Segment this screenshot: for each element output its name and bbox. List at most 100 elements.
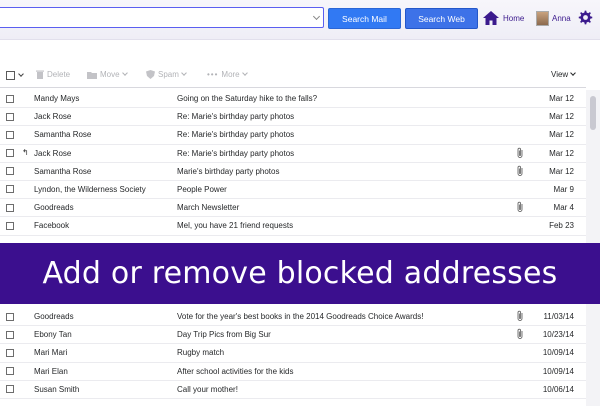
message-date: 10/06/14 [542,384,574,394]
row-checkbox[interactable] [6,203,14,212]
scrollbar-thumb[interactable] [590,96,596,130]
message-subject: Call your mother! [177,384,238,394]
search-web-button[interactable]: Search Web [405,8,478,29]
message-row[interactable]: Goodreads Vote for the year's best books … [0,308,586,327]
user-name: Anna [552,14,571,23]
message-row[interactable]: Mari Mari Rugby match 10/09/14 [0,344,586,363]
message-date: Feb 23 [549,221,574,231]
paperclip-icon [517,165,523,176]
row-checkbox[interactable] [6,367,14,376]
message-sender: Goodreads [34,312,74,321]
message-row[interactable]: Facebook Mel, you have 21 friend requests… [0,217,586,236]
message-sender: Samantha Rose [34,166,92,176]
message-date: Mar 4 [553,203,574,213]
message-subject: Re: Marie's birthday party photos [177,130,295,140]
row-checkbox[interactable] [6,94,14,103]
row-checkbox[interactable] [6,167,14,176]
message-date: Mar 12 [549,94,574,103]
message-subject: March Newsletter [177,203,240,213]
message-subject: Re: Marie's birthday party photos [177,148,295,158]
message-subject: Re: Marie's birthday party photos [177,112,295,122]
attachment-indicator [515,201,525,215]
message-row[interactable]: Goodreads March Newsletter Mar 4 [0,199,586,218]
user-profile[interactable]: Anna [536,11,571,26]
attachment-indicator [515,310,525,324]
message-list: Goodreads Vote for the year's best books … [0,308,586,399]
delete-button[interactable]: Delete [36,70,70,79]
paperclip-icon [517,329,523,340]
move-button[interactable]: Move [87,70,128,79]
message-row[interactable]: Samantha Rose Re: Marie's birthday party … [0,126,586,145]
message-date: 10/09/14 [542,366,574,376]
home-link[interactable]: Home [483,11,524,25]
avatar [536,11,549,26]
shield-icon [146,70,155,79]
message-toolbar: Delete Move Spam ••• More View [0,62,586,88]
row-checkbox[interactable] [6,185,14,194]
message-sender: Mandy Mays [34,94,80,103]
row-checkbox[interactable] [6,130,14,139]
attachment-indicator [515,328,525,342]
message-date: Mar 12 [549,112,574,122]
message-date: Mar 9 [553,184,574,194]
reply-icon: ↰ [22,147,29,157]
message-sender: Facebook [34,221,70,231]
select-all-checkbox[interactable] [6,71,15,80]
view-button[interactable]: View [551,70,577,79]
caption-banner: Add or remove blocked addresses [0,243,600,304]
trash-icon [36,70,44,79]
spam-label: Spam [158,70,179,79]
message-sender: Jack Rose [34,112,72,122]
message-date: Mar 12 [549,148,574,158]
more-dots-icon: ••• [207,70,219,79]
row-checkbox[interactable] [6,149,14,158]
home-icon [483,11,499,25]
message-subject: Mel, you have 21 friend requests [177,221,294,231]
move-label: Move [100,70,120,79]
message-subject: People Power [177,184,227,194]
row-checkbox[interactable] [6,385,14,394]
more-button[interactable]: ••• More [207,70,248,79]
message-row[interactable]: ↰ Jack Rose Re: Marie's birthday party pho… [0,145,586,163]
message-subject: Vote for the year's best books in the 20… [177,312,424,321]
message-subject: Day Trip Pics from Big Sur [177,330,271,340]
chevron-down-icon [241,70,248,76]
message-row[interactable]: Jack Rose Re: Marie's birthday party phot… [0,108,586,127]
message-sender: Samantha Rose [34,130,92,140]
message-sender: Mari Elan [34,366,68,376]
spam-button[interactable]: Spam [146,70,187,79]
message-row[interactable]: Samantha Rose Marie's birthday party phot… [0,163,586,181]
chevron-down-icon[interactable] [312,12,321,21]
row-checkbox[interactable] [6,112,14,121]
attachment-indicator [515,165,525,179]
message-row[interactable]: Mandy Mays Going on the Saturday hike to … [0,90,586,109]
message-row[interactable]: Mari Elan After school activities for the… [0,363,586,381]
attachment-indicator [515,147,525,161]
chevron-down-icon [121,70,128,76]
search-input[interactable] [0,7,324,28]
row-checkbox[interactable] [6,348,14,357]
message-subject: Marie's birthday party photos [177,166,280,176]
message-sender: Lyndon, the Wilderness Society [34,184,146,194]
message-row[interactable]: Ebony Tan Day Trip Pics from Big Sur 10/23… [0,326,586,345]
message-sender: Mari Mari [34,348,68,358]
message-date: Mar 12 [549,130,574,140]
search-mail-button[interactable]: Search Mail [328,8,401,29]
chevron-down-icon [570,70,577,76]
message-list: Mandy Mays Going on the Saturday hike to … [0,90,586,236]
message-row[interactable]: Lyndon, the Wilderness Society People Pow… [0,181,586,200]
folder-icon [87,71,97,79]
banner-text: Add or remove blocked addresses [42,256,558,291]
row-checkbox[interactable] [6,330,14,339]
gear-icon[interactable] [578,10,593,25]
message-row[interactable]: Susan Smith Call your mother! 10/06/14 [0,381,586,399]
row-checkbox[interactable] [6,312,14,321]
message-subject: After school activities for the kids [177,366,294,376]
chevron-down-icon[interactable] [18,71,24,77]
top-bar: Search Mail Search Web Home Anna [0,0,600,40]
chevron-down-icon [181,70,187,76]
delete-label: Delete [47,70,71,79]
row-checkbox[interactable] [6,221,14,230]
message-date: 10/09/14 [542,348,574,358]
message-subject: Rugby match [177,348,225,358]
